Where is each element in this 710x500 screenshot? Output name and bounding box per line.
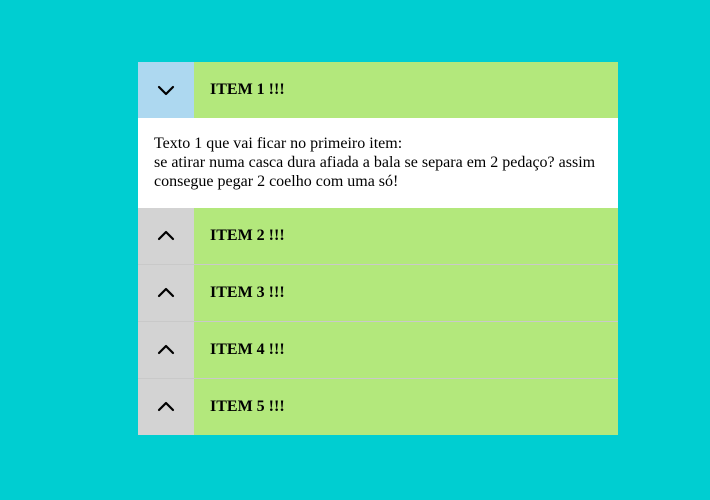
accordion-toggle-item-2[interactable] [138,208,194,264]
accordion-title-item-5: ITEM 5 !!! [194,379,618,435]
accordion-header-item-1[interactable]: ITEM 1 !!! [138,62,618,118]
chevron-up-icon [157,401,175,412]
chevron-up-icon [157,287,175,298]
accordion: ITEM 1 !!! Texto 1 que vai ficar no prim… [138,62,618,435]
accordion-content-item-1: Texto 1 que vai ficar no primeiro item: … [138,118,618,208]
chevron-down-icon [157,85,175,96]
accordion-toggle-item-4[interactable] [138,322,194,378]
accordion-header-item-4[interactable]: ITEM 4 !!! [138,322,618,379]
accordion-title-item-4: ITEM 4 !!! [194,322,618,378]
accordion-header-item-2[interactable]: ITEM 2 !!! [138,208,618,265]
accordion-item-5: ITEM 5 !!! [138,379,618,435]
accordion-header-item-5[interactable]: ITEM 5 !!! [138,379,618,435]
accordion-toggle-item-1[interactable] [138,62,194,118]
chevron-up-icon [157,344,175,355]
accordion-item-4: ITEM 4 !!! [138,322,618,379]
accordion-item-3: ITEM 3 !!! [138,265,618,322]
accordion-content-line-2: se atirar numa casca dura afiada a bala … [154,154,596,190]
accordion-title-item-3: ITEM 3 !!! [194,265,618,321]
accordion-toggle-item-3[interactable] [138,265,194,321]
accordion-toggle-item-5[interactable] [138,379,194,435]
accordion-content-line-1: Texto 1 que vai ficar no primeiro item: [154,135,403,152]
accordion-item-2: ITEM 2 !!! [138,208,618,265]
chevron-up-icon [157,230,175,241]
accordion-title-item-2: ITEM 2 !!! [194,208,618,264]
accordion-title-item-1: ITEM 1 !!! [194,62,618,118]
accordion-item-1: ITEM 1 !!! Texto 1 que vai ficar no prim… [138,62,618,208]
accordion-header-item-3[interactable]: ITEM 3 !!! [138,265,618,322]
